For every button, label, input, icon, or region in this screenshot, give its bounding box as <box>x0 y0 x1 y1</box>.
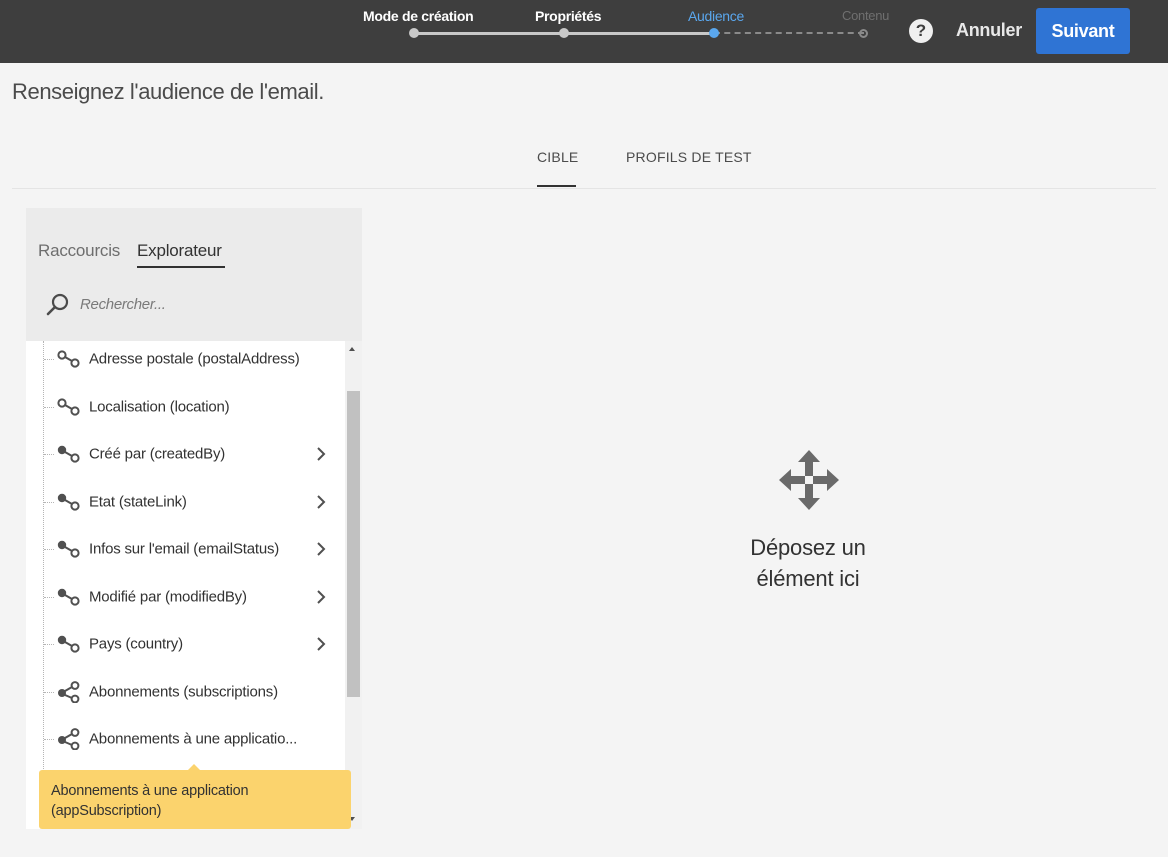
explorer-tab-indicator <box>137 266 225 268</box>
tree-item-label: Infos sur l'email (emailStatus) <box>89 540 280 557</box>
step-label-audience[interactable]: Audience <box>688 8 744 24</box>
tree-item-label: Abonnements à une applicatio... <box>89 730 298 747</box>
scroll-up-arrow-icon[interactable] <box>349 347 355 351</box>
step-label-properties[interactable]: Propriétés <box>535 8 602 24</box>
tree-item[interactable]: Infos sur l'email (emailStatus) <box>26 525 345 572</box>
tree-connector <box>44 596 54 598</box>
stepper-line <box>564 32 714 35</box>
link-icon <box>57 397 80 416</box>
tabs-divider <box>12 188 1156 189</box>
link-filled-icon <box>57 588 80 606</box>
tab-shortcuts[interactable]: Raccourcis <box>38 241 120 261</box>
tree-item-label: Modifié par (modifiedBy) <box>89 588 247 605</box>
tree-item-label: Abonnements (subscriptions) <box>89 683 278 700</box>
top-bar: Mode de création Propriétés Audience Con… <box>0 0 1168 63</box>
tree-connector <box>44 738 54 740</box>
share-icon <box>58 727 80 750</box>
step-dot-content <box>859 29 868 38</box>
explorer-tree: Adresse postale (postalAddress) Localisa… <box>26 341 345 829</box>
link-filled-icon <box>57 635 80 653</box>
step-dot-creation[interactable] <box>409 28 419 38</box>
tooltip: Abonnements à une application (appSubscr… <box>39 770 351 829</box>
link-icon <box>57 349 80 368</box>
step-dot-properties[interactable] <box>559 28 569 38</box>
tree-connector <box>44 358 54 360</box>
tree-item[interactable]: Etat (stateLink) <box>26 478 345 525</box>
share-icon <box>58 680 80 703</box>
chevron-right-icon[interactable] <box>315 589 327 605</box>
tree-item[interactable]: Abonnements (subscriptions) <box>26 668 345 715</box>
tree-item[interactable]: Créé par (createdBy) <box>26 430 345 477</box>
tree-connector <box>44 548 54 550</box>
link-filled-icon <box>57 540 80 558</box>
step-label-creation[interactable]: Mode de création <box>363 8 474 24</box>
drop-zone-line: Déposez un <box>750 535 866 560</box>
drop-zone-line: élément ici <box>756 566 860 591</box>
tree-item[interactable]: Abonnements à une applicatio... <box>26 715 345 762</box>
tree-item-label: Localisation (location) <box>89 398 230 415</box>
stepper-line-pending <box>714 32 864 34</box>
tree-connector <box>44 406 54 408</box>
link-filled-icon <box>57 493 80 511</box>
tab-explorer[interactable]: Explorateur <box>137 241 222 261</box>
active-tab-indicator <box>537 185 576 187</box>
tooltip-line: (appSubscription) <box>51 803 162 819</box>
drop-zone-text: Déposez un élément ici <box>708 532 908 594</box>
explorer-panel: Raccourcis Explorateur Adresse postale (… <box>26 208 362 829</box>
move-icon <box>779 450 839 510</box>
cancel-button[interactable]: Annuler <box>956 20 1022 41</box>
help-icon[interactable]: ? <box>909 19 933 43</box>
tree-item[interactable]: Adresse postale (postalAddress) <box>26 341 345 382</box>
next-button[interactable]: Suivant <box>1036 8 1130 54</box>
search-icon[interactable] <box>46 292 70 316</box>
chevron-right-icon[interactable] <box>315 446 327 462</box>
tree-connector <box>44 643 54 645</box>
stepper-line <box>414 32 564 35</box>
scroll-thumb[interactable] <box>347 391 360 697</box>
tree-item-label: Créé par (createdBy) <box>89 445 226 462</box>
tooltip-line: Abonnements à une application <box>51 783 249 799</box>
tree-connector <box>44 501 54 503</box>
step-dot-audience[interactable] <box>709 28 719 38</box>
tree-item-label: Etat (stateLink) <box>89 493 187 510</box>
tree-scrollbar[interactable] <box>345 341 362 829</box>
tree-item-label: Pays (country) <box>89 635 183 652</box>
page-title: Renseignez l'audience de l'email. <box>12 79 324 104</box>
search-input[interactable] <box>80 294 340 314</box>
chevron-right-icon[interactable] <box>315 636 327 652</box>
tree-connector <box>44 453 54 455</box>
tree-connector <box>44 691 54 693</box>
tree-item[interactable]: Pays (country) <box>26 620 345 667</box>
tab-test-profiles[interactable]: PROFILS DE TEST <box>626 149 752 165</box>
tree-item-label: Adresse postale (postalAddress) <box>89 350 300 367</box>
chevron-right-icon[interactable] <box>315 494 327 510</box>
link-filled-icon <box>57 445 80 463</box>
tree-item[interactable]: Modifié par (modifiedBy) <box>26 573 345 620</box>
chevron-right-icon[interactable] <box>315 541 327 557</box>
step-label-content: Contenu <box>842 8 890 23</box>
tree-item[interactable]: Localisation (location) <box>26 383 345 430</box>
tab-target[interactable]: CIBLE <box>537 149 578 165</box>
